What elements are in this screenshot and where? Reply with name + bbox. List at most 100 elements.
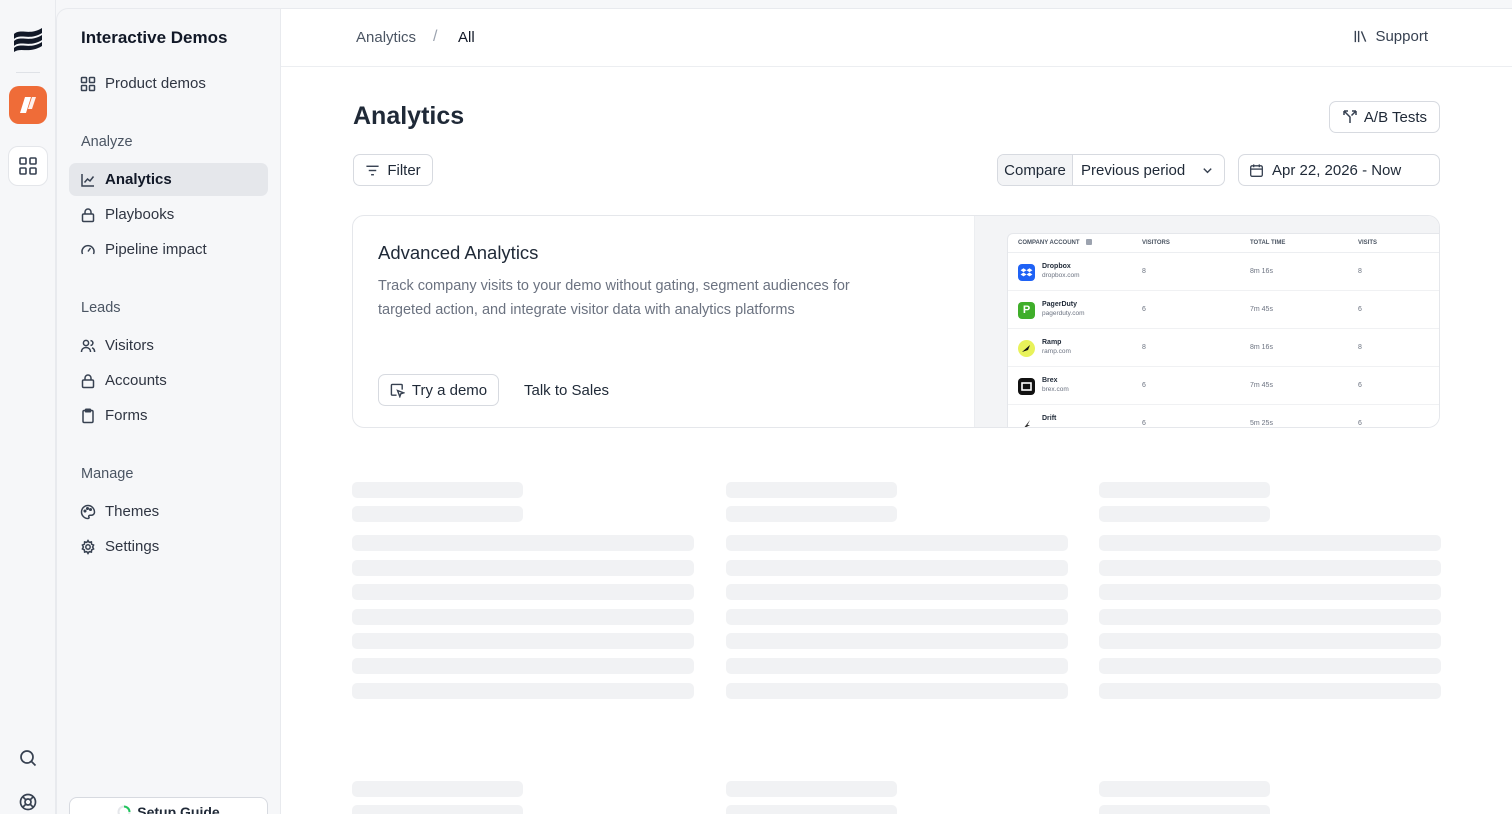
brex-logo-icon bbox=[1018, 378, 1035, 395]
calendar-icon bbox=[1250, 163, 1263, 177]
pagerduty-logo-icon: P bbox=[1018, 302, 1035, 319]
gear-icon bbox=[81, 538, 95, 555]
filter-button[interactable]: Filter bbox=[353, 154, 433, 186]
skeleton-bar bbox=[726, 658, 1068, 674]
apps-grid-button[interactable] bbox=[8, 146, 48, 186]
skeleton-bar bbox=[1099, 506, 1270, 522]
line-chart-icon bbox=[81, 173, 95, 187]
table-row: Ramp ramp.com 8 8m 16s 8 bbox=[1008, 329, 1439, 367]
date-range-value: Apr 22, 2026 - Now bbox=[1272, 161, 1402, 179]
search-icon[interactable] bbox=[18, 748, 38, 768]
demos-app-icon bbox=[20, 97, 36, 113]
skeleton-bar bbox=[1099, 584, 1441, 601]
skeleton-bar bbox=[726, 633, 1068, 650]
try-demo-label: Try a demo bbox=[411, 381, 488, 399]
advanced-analytics-card: Advanced Analytics Track company visits … bbox=[352, 215, 1440, 428]
company-name: Brex bbox=[1042, 377, 1058, 384]
compare-period-value: Previous period bbox=[1081, 161, 1186, 179]
company-domain: pagerduty.com bbox=[1042, 310, 1085, 317]
skeleton-bar bbox=[352, 535, 694, 551]
sidebar-item-settings[interactable]: Settings bbox=[69, 530, 268, 563]
table-row: Drift 6 5m 25s 6 bbox=[1008, 405, 1439, 427]
skeleton-bar bbox=[1099, 482, 1270, 498]
lock-icon bbox=[81, 373, 95, 388]
skeleton-bar bbox=[352, 781, 523, 797]
ab-tests-button[interactable]: A/B Tests bbox=[1328, 101, 1440, 133]
skeleton-bar bbox=[726, 608, 1068, 625]
skeleton-bar bbox=[726, 506, 897, 522]
sidebar-item-forms[interactable]: Forms bbox=[69, 399, 268, 432]
skeleton-bar bbox=[1099, 559, 1441, 576]
company-domain: brex.com bbox=[1042, 386, 1069, 393]
compare-period-select[interactable]: Previous period bbox=[1073, 155, 1224, 185]
company-domain: ramp.com bbox=[1042, 348, 1071, 355]
skeleton-bar bbox=[726, 781, 897, 797]
filter-icon bbox=[366, 165, 379, 175]
skeleton-bar bbox=[726, 559, 1068, 576]
skeleton-bar bbox=[726, 535, 1068, 551]
compare-control: Compare Previous period bbox=[997, 154, 1225, 186]
skeleton-bar bbox=[1099, 535, 1441, 551]
sidebar-item-label: Themes bbox=[105, 503, 160, 520]
sidebar-item-label: Playbooks bbox=[105, 206, 175, 223]
section-analyze: Analyze bbox=[81, 134, 133, 150]
sidebar-item-label: Settings bbox=[105, 538, 160, 555]
preview-header-visits: VISITS bbox=[1358, 240, 1378, 246]
table-row: Brex brex.com 6 7m 45s 6 bbox=[1008, 367, 1439, 405]
grid-icon bbox=[19, 157, 37, 175]
main-content: Analytics / All Support Analytics A/B Te… bbox=[281, 8, 1512, 814]
preview-table: COMPANY ACCOUNT VISITORS TOTAL TIME VISI… bbox=[1007, 233, 1439, 427]
info-icon bbox=[1086, 239, 1092, 245]
gauge-icon bbox=[81, 244, 95, 254]
sidebar-item-themes[interactable]: Themes bbox=[69, 495, 268, 528]
chevron-down-icon bbox=[1203, 167, 1212, 173]
sidebar-item-label: Visitors bbox=[105, 337, 154, 354]
preview-header-visitors: VISITORS bbox=[1142, 240, 1170, 246]
skeleton-bar bbox=[352, 608, 694, 625]
visits-count: 6 bbox=[1358, 382, 1362, 389]
skeleton-bar bbox=[1099, 682, 1441, 699]
breadcrumb-analytics[interactable]: Analytics bbox=[356, 29, 416, 46]
visitors-count: 6 bbox=[1142, 420, 1146, 427]
ab-tests-label: A/B Tests bbox=[1363, 108, 1427, 126]
grid-icon bbox=[80, 76, 96, 91]
demos-app-button[interactable] bbox=[9, 86, 47, 124]
breadcrumb-current: All bbox=[458, 29, 475, 46]
page-title: Analytics bbox=[353, 102, 465, 130]
try-demo-button[interactable]: Try a demo bbox=[378, 374, 499, 406]
skeleton-bar bbox=[1099, 805, 1270, 814]
users-icon bbox=[80, 339, 96, 352]
support-label: Support bbox=[1375, 28, 1428, 45]
setup-guide-button[interactable]: Setup Guide bbox=[69, 797, 268, 814]
brand-logo-icon[interactable] bbox=[11, 24, 45, 54]
skeleton-bar bbox=[1099, 633, 1441, 650]
breadcrumb-separator: / bbox=[433, 28, 438, 45]
sidebar-item-product-demos[interactable]: Product demos bbox=[69, 67, 268, 100]
skeleton-bar bbox=[352, 682, 694, 699]
sidebar-item-analytics[interactable]: Analytics bbox=[69, 163, 268, 196]
compare-label: Compare bbox=[998, 155, 1073, 185]
sidebar-item-pipeline-impact[interactable]: Pipeline impact bbox=[69, 233, 268, 266]
analytics-preview: COMPANY ACCOUNT VISITORS TOTAL TIME VISI… bbox=[974, 216, 1439, 427]
visits-count: 8 bbox=[1358, 268, 1362, 275]
sidebar-item-visitors[interactable]: Visitors bbox=[69, 329, 268, 362]
total-time: 7m 45s bbox=[1250, 306, 1273, 313]
skeleton-bar bbox=[726, 682, 1068, 699]
date-range-picker[interactable]: Apr 22, 2026 - Now bbox=[1238, 154, 1440, 186]
sidebar-item-label: Pipeline impact bbox=[105, 241, 207, 258]
skeleton-bar bbox=[726, 584, 1068, 601]
support-link[interactable]: Support bbox=[1353, 28, 1428, 45]
visits-count: 8 bbox=[1358, 344, 1362, 351]
card-title: Advanced Analytics bbox=[378, 242, 539, 263]
talk-to-sales-link[interactable]: Talk to Sales bbox=[524, 382, 609, 399]
skeleton-bar bbox=[352, 584, 694, 601]
skeleton-bar bbox=[352, 633, 694, 650]
table-row: P PagerDuty pagerduty.com 6 7m 45s 6 bbox=[1008, 291, 1439, 329]
visitors-count: 8 bbox=[1142, 344, 1146, 351]
help-lifebuoy-icon[interactable] bbox=[18, 792, 38, 812]
visitors-count: 6 bbox=[1142, 382, 1146, 389]
sidebar-item-playbooks[interactable]: Playbooks bbox=[69, 198, 268, 231]
sidebar-item-label: Product demos bbox=[105, 75, 206, 92]
sidebar-item-accounts[interactable]: Accounts bbox=[69, 364, 268, 397]
skeleton-bar bbox=[1099, 658, 1441, 674]
